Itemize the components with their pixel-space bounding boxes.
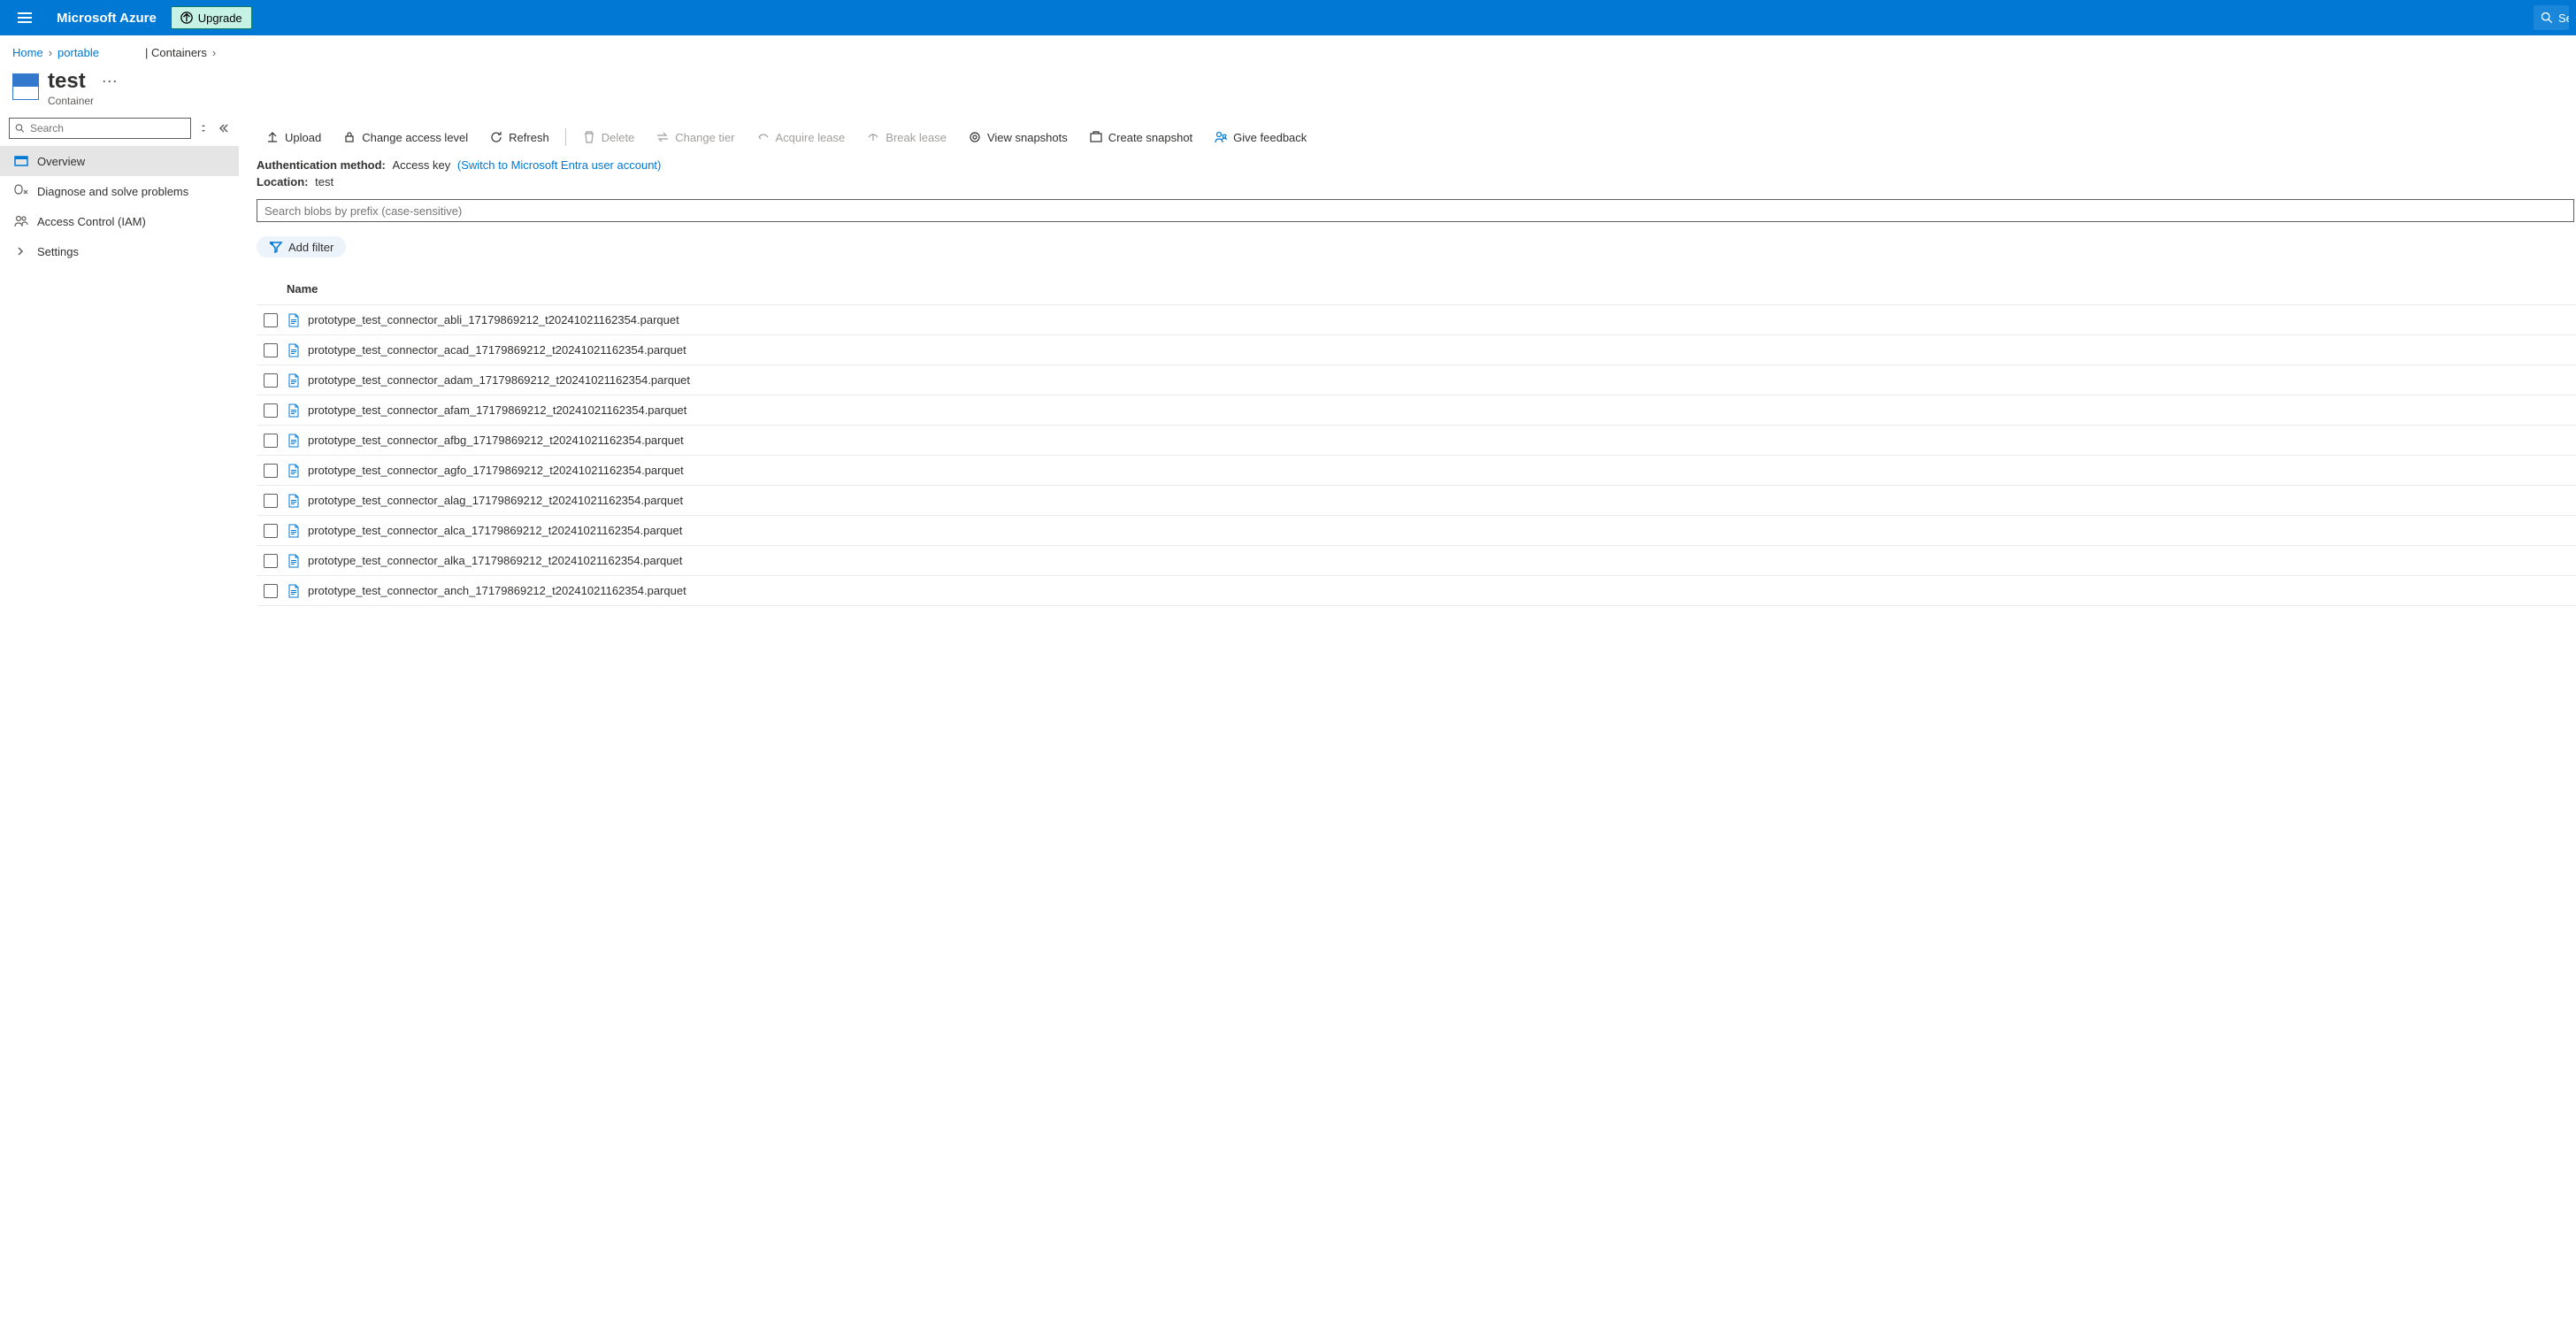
location-label: Location: [257,175,309,188]
blob-name[interactable]: prototype_test_connector_anch_1717986921… [308,584,686,597]
blob-search[interactable] [257,199,2574,222]
row-checkbox[interactable] [264,434,278,448]
sidebar-item-label: Overview [37,155,85,168]
add-filter-label: Add filter [288,241,334,254]
sidebar-search-input[interactable] [30,122,185,134]
blob-name[interactable]: prototype_test_connector_adam_1717986921… [308,373,690,387]
sidebar-item-overview[interactable]: Overview [0,146,239,176]
auth-method-value: Access key [393,158,451,172]
table-row[interactable]: prototype_test_connector_afam_1717986921… [257,396,2576,426]
table-row[interactable]: prototype_test_connector_agfo_1717986921… [257,456,2576,486]
blob-name[interactable]: prototype_test_connector_abli_1717986921… [308,313,679,326]
toolbar-label: Acquire lease [776,131,846,144]
toolbar-label: Upload [285,131,321,144]
upgrade-label: Upgrade [198,12,242,25]
table-row[interactable]: prototype_test_connector_alca_1717986921… [257,516,2576,546]
upload-button[interactable]: Upload [257,123,330,151]
toolbar-label: Give feedback [1233,131,1307,144]
toolbar-label: Create snapshot [1108,131,1192,144]
chevron-right-icon: › [212,46,216,59]
delete-button[interactable]: Delete [573,123,644,151]
breadcrumb-portable[interactable]: portable [58,46,99,59]
sidebar-item-label: Settings [37,245,79,258]
row-checkbox[interactable] [264,494,278,508]
view-snapshots-button[interactable]: View snapshots [959,123,1077,151]
content-area: Upload Change access level Refresh Delet… [239,118,2576,606]
sidebar-item-label: Access Control (IAM) [37,215,146,228]
table-row[interactable]: prototype_test_connector_anch_1717986921… [257,576,2576,606]
table-row[interactable]: prototype_test_connector_abli_1717986921… [257,305,2576,335]
breadcrumb-home[interactable]: Home [12,46,43,59]
blob-name[interactable]: prototype_test_connector_alka_1717986921… [308,554,682,567]
auth-method-row: Authentication method: Access key (Switc… [257,157,2576,173]
blob-name[interactable]: prototype_test_connector_acad_1717986921… [308,343,686,357]
row-checkbox[interactable] [264,584,278,598]
blob-name[interactable]: prototype_test_connector_alca_1717986921… [308,524,682,537]
switch-auth-link[interactable]: (Switch to Microsoft Entra user account) [457,158,661,172]
table-header: Name [257,273,2576,305]
toolbar-separator [565,128,566,146]
toolbar: Upload Change access level Refresh Delet… [257,118,2576,157]
sidebar-item-settings[interactable]: Settings [0,236,239,266]
blob-name[interactable]: prototype_test_connector_agfo_1717986921… [308,464,684,477]
page-title: test [48,70,86,93]
topbar: Microsoft Azure Upgrade Se [0,0,2576,35]
blob-name[interactable]: prototype_test_connector_afam_1717986921… [308,403,686,417]
table-row[interactable]: prototype_test_connector_alka_1717986921… [257,546,2576,576]
blob-search-input[interactable] [264,204,2566,218]
change-tier-button[interactable]: Change tier [647,123,743,151]
sidebar-search[interactable] [9,118,191,139]
blob-name[interactable]: prototype_test_connector_alag_1717986921… [308,494,683,507]
break-lease-button[interactable]: Break lease [857,123,955,151]
global-search-placeholder: Se [2558,12,2569,25]
sidebar-item-label: Diagnose and solve problems [37,185,188,198]
feedback-button[interactable]: Give feedback [1205,123,1315,151]
add-filter-button[interactable]: Add filter [257,236,346,257]
collapse-sidebar-icon[interactable] [216,121,230,135]
acquire-lease-button[interactable]: Acquire lease [748,123,855,151]
row-checkbox[interactable] [264,554,278,568]
sidebar-item-iam[interactable]: Access Control (IAM) [0,206,239,236]
chevron-right-icon: › [49,46,52,59]
column-name-header[interactable]: Name [287,282,318,296]
table-row[interactable]: prototype_test_connector_adam_1717986921… [257,365,2576,396]
global-search[interactable]: Se [2534,5,2569,30]
auth-method-label: Authentication method: [257,158,386,172]
hamburger-menu-icon[interactable] [7,0,42,35]
location-row: Location: test [257,173,2576,190]
blob-table: Name prototype_test_connector_abli_17179… [257,273,2576,606]
table-row[interactable]: prototype_test_connector_afbg_1717986921… [257,426,2576,456]
row-checkbox[interactable] [264,464,278,478]
sidebar: Overview Diagnose and solve problems Acc… [0,118,239,606]
toolbar-label: View snapshots [987,131,1068,144]
toolbar-label: Change access level [362,131,468,144]
create-snapshot-button[interactable]: Create snapshot [1080,123,1201,151]
row-checkbox[interactable] [264,343,278,357]
row-checkbox[interactable] [264,373,278,388]
location-value: test [315,175,334,188]
row-checkbox[interactable] [264,403,278,418]
row-checkbox[interactable] [264,313,278,327]
toolbar-label: Break lease [886,131,947,144]
sort-icon[interactable] [196,121,211,135]
upgrade-button[interactable]: Upgrade [171,6,252,29]
breadcrumb: Home › portable | Containers › [0,35,2576,66]
toolbar-label: Change tier [675,131,734,144]
row-checkbox[interactable] [264,524,278,538]
toolbar-label: Delete [602,131,635,144]
table-row[interactable]: prototype_test_connector_acad_1717986921… [257,335,2576,365]
blob-name[interactable]: prototype_test_connector_afbg_1717986921… [308,434,684,447]
sidebar-item-diagnose[interactable]: Diagnose and solve problems [0,176,239,206]
container-icon [12,73,39,100]
change-access-button[interactable]: Change access level [334,123,477,151]
toolbar-label: Refresh [509,131,549,144]
breadcrumb-containers[interactable]: | Containers [145,46,207,59]
resource-type-label: Container [48,95,125,107]
more-actions-icon[interactable]: ⋯ [95,73,125,91]
resource-header: test ⋯ Container [0,66,2576,118]
brand-label[interactable]: Microsoft Azure [42,11,171,26]
table-row[interactable]: prototype_test_connector_alag_1717986921… [257,486,2576,516]
refresh-button[interactable]: Refresh [480,123,558,151]
